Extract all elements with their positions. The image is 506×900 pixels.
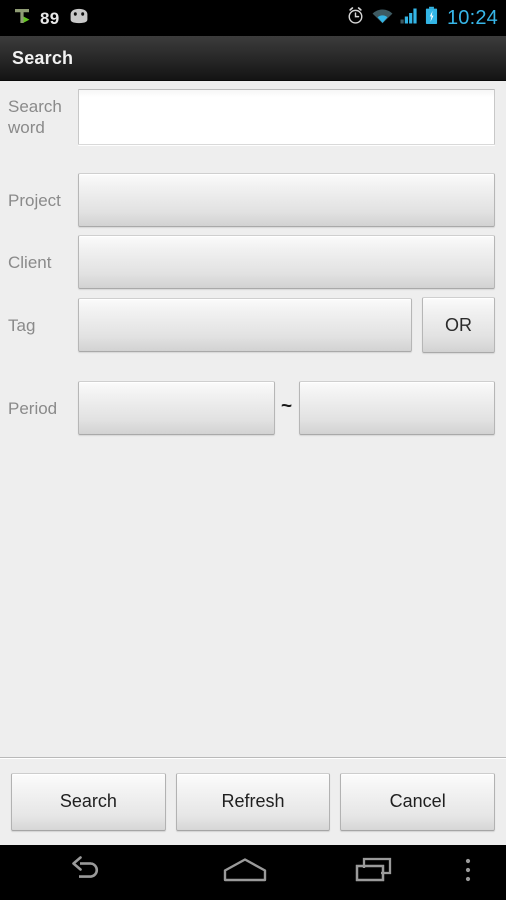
wifi-icon <box>372 7 393 29</box>
form-row-search-word: Search word <box>0 89 506 145</box>
action-button-bar: Search Refresh Cancel <box>0 757 506 845</box>
form-row-client: Client <box>0 235 506 289</box>
nav-back-button[interactable] <box>0 845 170 900</box>
label-search-word: Search word <box>8 97 62 137</box>
search-form: Search word Project Client Tag OR Period… <box>0 81 506 757</box>
control-tag: OR <box>78 297 495 353</box>
signal-bars-icon <box>400 7 418 29</box>
search-button[interactable]: Search <box>11 772 166 831</box>
recent-apps-icon <box>353 855 397 890</box>
nav-overflow-menu-button[interactable] <box>430 845 506 900</box>
control-search-word <box>78 89 495 145</box>
overflow-menu-icon <box>464 856 472 889</box>
navigation-bar <box>0 845 506 900</box>
label-client: Client <box>8 252 52 272</box>
status-bar-clock: 10:24 <box>446 7 498 29</box>
nav-recents-button[interactable] <box>320 845 430 900</box>
status-bar-left: 89 <box>12 6 346 31</box>
tag-or-button[interactable]: OR <box>422 297 495 353</box>
label-project: Project <box>8 190 61 210</box>
form-row-period: Period ~ <box>0 381 506 435</box>
form-row-tag: Tag OR <box>0 297 506 353</box>
period-to-button[interactable] <box>298 381 495 435</box>
form-row-project: Project <box>0 173 506 227</box>
refresh-button[interactable]: Refresh <box>175 772 331 831</box>
cancel-button[interactable]: Cancel <box>340 772 496 831</box>
page-title: Search <box>12 47 74 68</box>
t-logo-icon <box>12 6 32 31</box>
back-arrow-icon <box>63 856 107 889</box>
project-spinner[interactable] <box>78 173 495 227</box>
battery-charging-icon <box>425 6 438 30</box>
control-period: ~ <box>78 381 495 435</box>
control-client <box>78 235 495 289</box>
notification-count: 89 <box>40 8 60 28</box>
client-spinner[interactable] <box>78 235 495 289</box>
status-bar: 89 10:24 <box>0 0 506 36</box>
period-from-button[interactable] <box>78 381 275 435</box>
nav-home-button[interactable] <box>170 845 320 900</box>
period-separator: ~ <box>280 395 293 417</box>
label-tag: Tag <box>8 315 36 335</box>
android-screen: 89 10:24 Search Search word Project Clie… <box>0 0 506 900</box>
status-bar-right: 10:24 <box>346 6 498 30</box>
alarm-clock-icon <box>346 6 365 30</box>
label-period: Period <box>8 398 58 418</box>
android-robot-icon <box>68 8 90 29</box>
search-word-input[interactable] <box>78 89 495 145</box>
home-icon <box>221 856 269 889</box>
action-bar: Search <box>0 36 506 81</box>
control-project <box>78 173 495 227</box>
tag-spinner[interactable] <box>78 298 412 352</box>
